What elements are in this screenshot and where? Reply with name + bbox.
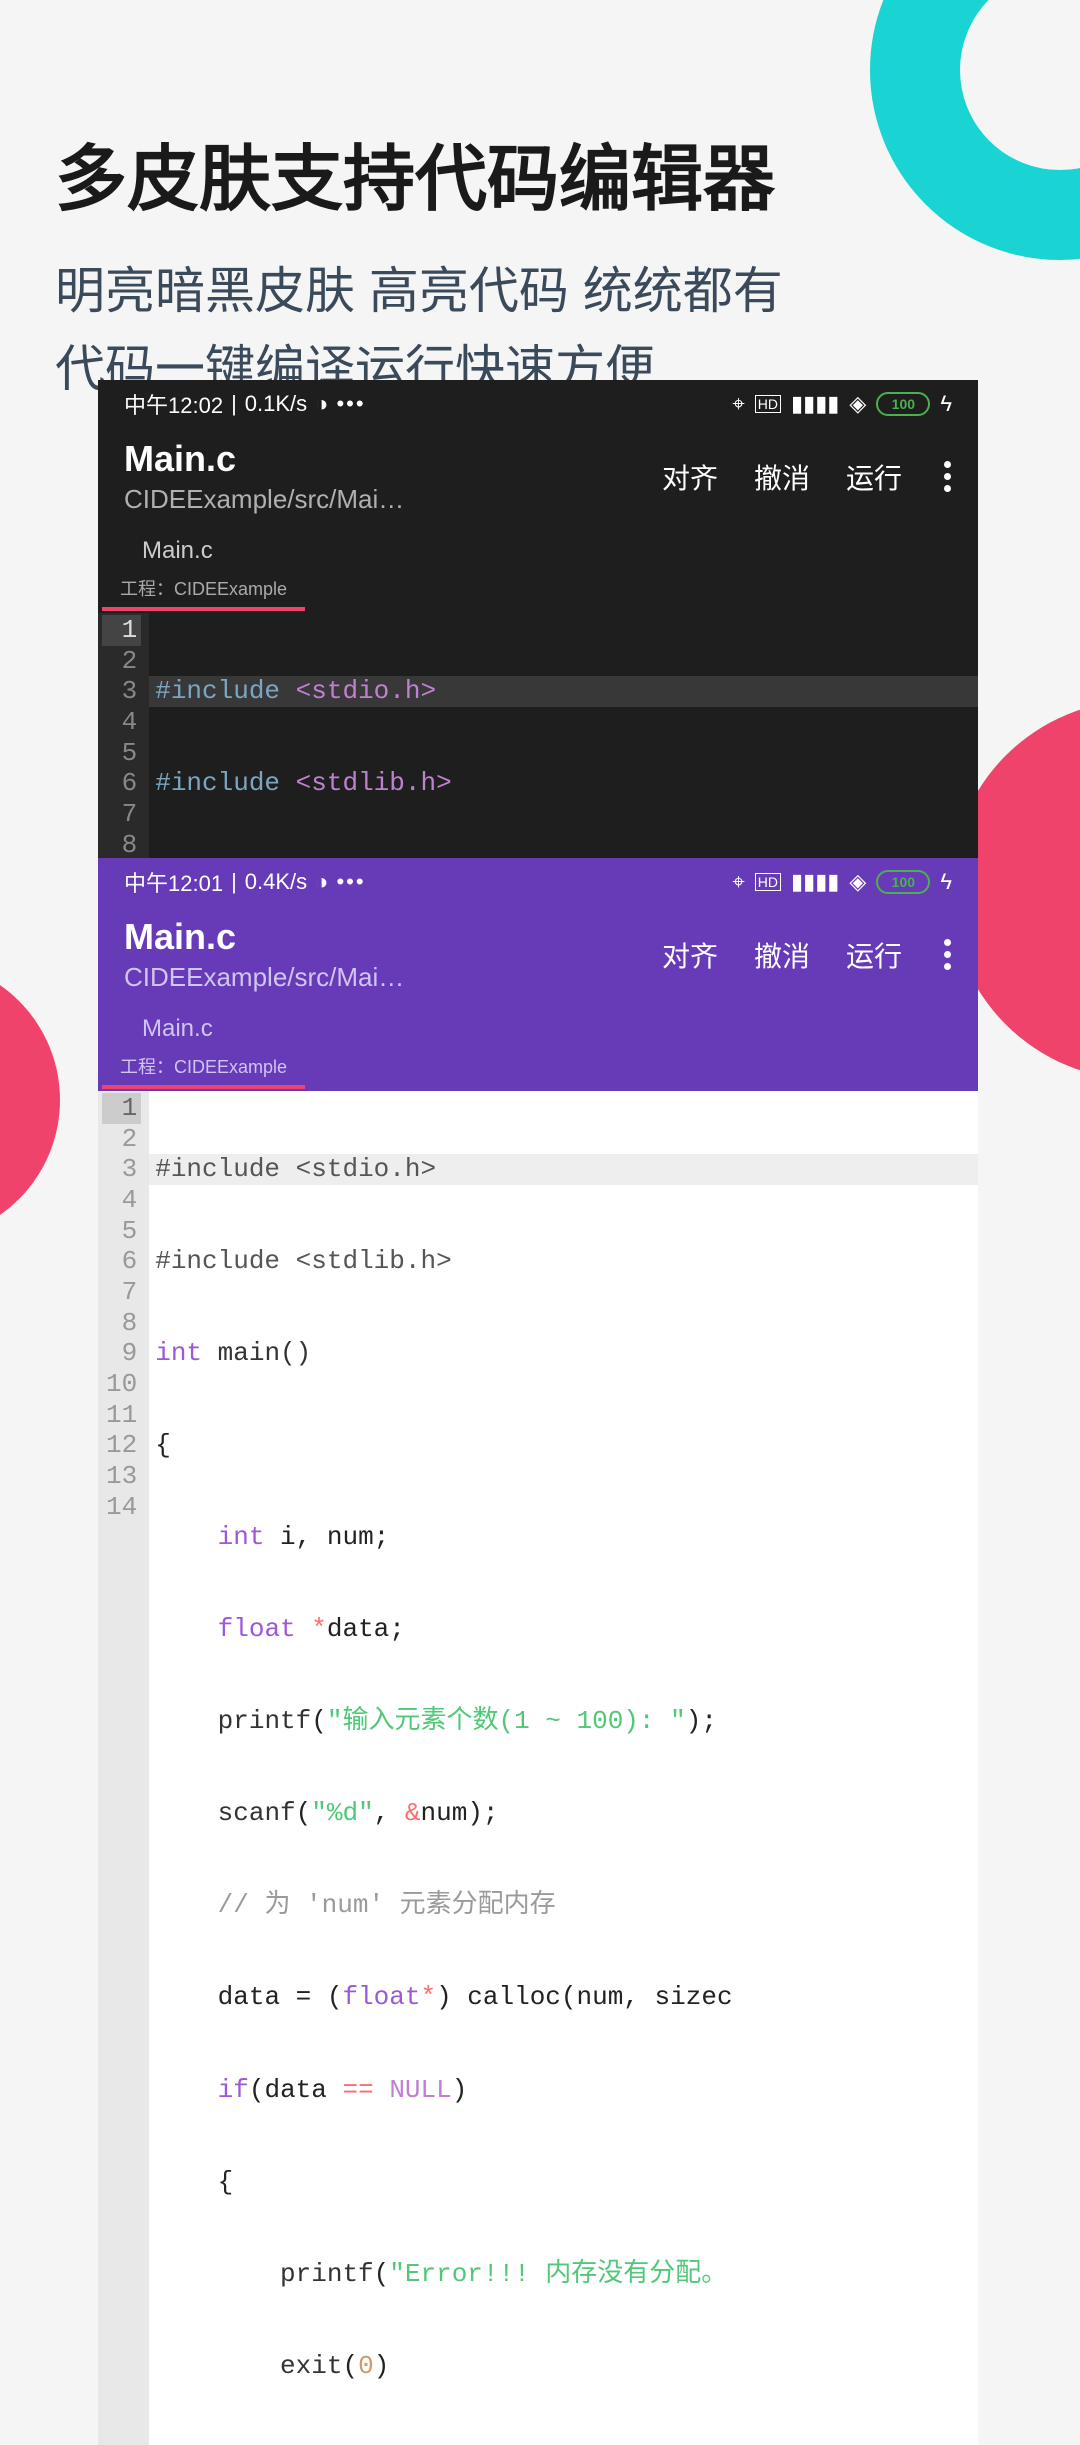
status-time: 中午12:01 — [124, 866, 223, 898]
status-time: 中午12:02 — [124, 388, 223, 420]
decor-circle-left — [0, 960, 60, 1240]
signal-icon: ▮▮▮▮ — [791, 391, 839, 417]
status-bar: 中午12:01 | 0.4K/s ◑ ••• ⌖ HD ▮▮▮▮ ◈ 100 ϟ — [98, 858, 978, 906]
undo-button[interactable]: 撤消 — [754, 457, 810, 497]
headline-title: 多皮肤支持代码编辑器 — [55, 120, 1040, 225]
code-line: { — [149, 2167, 978, 2198]
toolbar: Main.c CIDEExample/src/Mai… 对齐 撤消 运行 — [98, 428, 978, 529]
undo-button[interactable]: 撤消 — [754, 935, 810, 975]
bluetooth-icon: ⌖ — [732, 391, 744, 417]
code-line: #include <stdio.h> — [149, 1154, 978, 1185]
no-disturb-icon: ◑ — [315, 391, 328, 417]
wifi-icon: ◈ — [849, 869, 866, 895]
status-more-icon: ••• — [336, 869, 365, 895]
code-line: int i, num; — [149, 1522, 978, 1553]
code-line: exit(0) — [149, 2351, 978, 2382]
file-title: Main.c — [124, 438, 662, 480]
charge-icon: ϟ — [940, 869, 952, 895]
status-more-icon: ••• — [336, 391, 365, 417]
run-button[interactable]: 运行 — [846, 935, 902, 975]
code-line: #include <stdlib.h> — [149, 768, 978, 799]
code-line: if(data == NULL) — [149, 2075, 978, 2106]
hd-icon: HD — [755, 395, 781, 413]
hd-icon: HD — [755, 873, 781, 891]
align-button[interactable]: 对齐 — [662, 457, 718, 497]
project-label: 工程：CIDEExample — [102, 1049, 305, 1089]
status-net: 0.4K/s — [245, 869, 307, 895]
project-label: 工程：CIDEExample — [102, 571, 305, 611]
status-divider: | — [231, 391, 237, 417]
headline-sub1: 明亮暗黑皮肤 高亮代码 统统都有 — [55, 253, 1040, 331]
file-title: Main.c — [124, 916, 662, 958]
tab-mainc[interactable]: Main.c — [124, 1007, 231, 1049]
code-line: #include <stdlib.h> — [149, 1246, 978, 1277]
line-gutter: 1 2 3 4 5 6 7 8 9 10 11 12 13 14 — [98, 1091, 149, 2445]
code-body[interactable]: #include <stdio.h> #include <stdlib.h> i… — [149, 1091, 978, 2445]
status-net: 0.1K/s — [245, 391, 307, 417]
code-line: // 为 'num' 元素分配内存 — [149, 1890, 978, 1921]
more-menu-icon[interactable] — [944, 461, 952, 492]
bluetooth-icon: ⌖ — [732, 869, 744, 895]
phone-light: 中午12:01 | 0.4K/s ◑ ••• ⌖ HD ▮▮▮▮ ◈ 100 ϟ… — [98, 858, 978, 2445]
battery-icon: 100 — [876, 392, 930, 416]
tab-mainc[interactable]: Main.c — [124, 529, 231, 571]
code-line: printf("输入元素个数(1 ~ 100): "); — [149, 1706, 978, 1737]
tab-row: Main.c — [98, 529, 978, 571]
code-line: int main() — [149, 1338, 978, 1369]
charge-icon: ϟ — [940, 391, 952, 417]
status-bar: 中午12:02 | 0.1K/s ◑ ••• ⌖ HD ▮▮▮▮ ◈ 100 ϟ — [98, 380, 978, 428]
file-path: CIDEExample/src/Mai… — [124, 962, 662, 993]
no-disturb-icon: ◑ — [315, 869, 328, 895]
run-button[interactable]: 运行 — [846, 457, 902, 497]
signal-icon: ▮▮▮▮ — [791, 869, 839, 895]
code-line: printf("Error!!! 内存没有分配。 — [149, 2259, 978, 2290]
headline: 多皮肤支持代码编辑器 明亮暗黑皮肤 高亮代码 统统都有 代码一键编译运行快速方便 — [55, 120, 1040, 408]
code-line: float *data; — [149, 1614, 978, 1645]
wifi-icon: ◈ — [849, 391, 866, 417]
code-line: #include <stdio.h> — [149, 676, 978, 707]
status-divider: | — [231, 869, 237, 895]
code-line: { — [149, 1430, 978, 1461]
align-button[interactable]: 对齐 — [662, 935, 718, 975]
battery-icon: 100 — [876, 870, 930, 894]
file-path: CIDEExample/src/Mai… — [124, 484, 662, 515]
code-editor[interactable]: 1 2 3 4 5 6 7 8 9 10 11 12 13 14 #includ… — [98, 1091, 978, 2445]
more-menu-icon[interactable] — [944, 939, 952, 970]
toolbar: Main.c CIDEExample/src/Mai… 对齐 撤消 运行 — [98, 906, 978, 1007]
tab-row: Main.c — [98, 1007, 978, 1049]
code-line: scanf("%d", &num); — [149, 1798, 978, 1829]
